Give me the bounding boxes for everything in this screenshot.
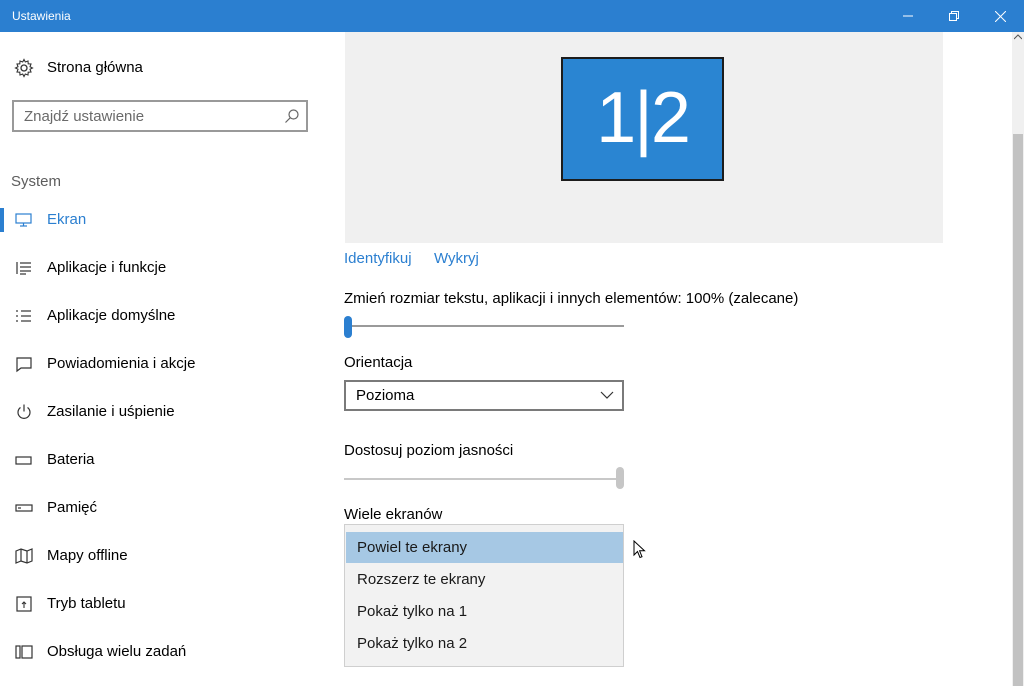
scrollbar-thumb[interactable]	[1013, 134, 1023, 686]
sidebar: Strona główna Znajdź ustawienie System E…	[0, 32, 320, 686]
list-icon	[16, 262, 31, 275]
sidebar-item-tryb-tabletu[interactable]: Tryb tabletu	[0, 584, 320, 624]
sidebar-item-wielozadaniowosc[interactable]: Obsługa wielu zadań	[0, 632, 320, 672]
section-heading-system: System	[11, 173, 62, 190]
multi-display-dropdown-list[interactable]: Powiel te ekrany Rozszerz te ekrany Poka…	[344, 524, 624, 667]
sidebar-item-label: Aplikacje i funkcje	[47, 259, 167, 276]
search-box[interactable]: Znajdź ustawienie	[12, 100, 308, 132]
sidebar-item-label: Zasilanie i uśpienie	[47, 403, 175, 420]
option-extend[interactable]: Rozszerz te ekrany	[346, 564, 623, 595]
monitor-icon	[15, 213, 32, 227]
home-link[interactable]: Strona główna	[14, 58, 143, 78]
home-label: Strona główna	[47, 59, 143, 76]
option-duplicate[interactable]: Powiel te ekrany	[346, 532, 623, 563]
notification-icon	[16, 357, 32, 373]
sidebar-item-ekran[interactable]: Ekran	[0, 200, 320, 240]
multi-display-label: Wiele ekranów	[344, 506, 443, 523]
active-indicator	[0, 208, 4, 232]
sidebar-item-pamiec[interactable]: Pamięć	[0, 488, 320, 528]
brightness-slider-thumb[interactable]	[616, 467, 624, 489]
close-button[interactable]	[977, 0, 1023, 32]
multitask-icon	[15, 645, 33, 659]
map-icon	[15, 548, 33, 564]
sidebar-item-aplikacje-domyslne[interactable]: Aplikacje domyślne	[0, 296, 320, 336]
sidebar-item-label: Tryb tabletu	[47, 595, 126, 612]
restore-icon	[949, 11, 959, 21]
sidebar-item-label: Powiadomienia i akcje	[47, 355, 196, 372]
minimize-icon	[903, 15, 913, 17]
sidebar-item-label: Mapy offline	[47, 547, 128, 564]
sidebar-item-label: Bateria	[47, 451, 95, 468]
orientation-label: Orientacja	[344, 354, 413, 371]
mouse-cursor-icon	[633, 540, 646, 559]
gear-icon	[14, 58, 34, 78]
option-label: Rozszerz te ekrany	[357, 571, 486, 588]
chevron-down-icon	[600, 391, 614, 399]
display-preview: 1|2	[345, 32, 943, 243]
sidebar-item-aplikacje-funkcje[interactable]: Aplikacje i funkcje	[0, 248, 320, 288]
power-icon	[17, 404, 31, 419]
sidebar-item-bateria[interactable]: Bateria	[0, 440, 320, 480]
tablet-icon	[16, 596, 32, 612]
brightness-slider-track[interactable]	[344, 478, 620, 480]
sidebar-item-zasilanie[interactable]: Zasilanie i uśpienie	[0, 392, 320, 432]
sidebar-item-mapy[interactable]: Mapy offline	[0, 536, 320, 576]
minimize-button[interactable]	[885, 0, 931, 32]
brightness-label: Dostosuj poziom jasności	[344, 442, 514, 459]
restore-button[interactable]	[931, 0, 977, 32]
search-icon[interactable]	[284, 108, 300, 124]
orientation-value: Pozioma	[356, 387, 415, 404]
option-only-2[interactable]: Pokaż tylko na 2	[346, 628, 623, 659]
identify-link[interactable]: Identyfikuj	[344, 250, 412, 267]
sidebar-item-label: Aplikacje domyślne	[47, 307, 176, 324]
window-title: Ustawienia	[12, 9, 71, 23]
scale-slider-track[interactable]	[348, 325, 624, 327]
search-placeholder: Znajdź ustawienie	[24, 108, 145, 125]
scroll-up-icon[interactable]	[1014, 34, 1022, 40]
sidebar-item-label: Pamięć	[47, 499, 98, 516]
display-monitor-tile[interactable]: 1|2	[561, 57, 724, 181]
option-label: Powiel te ekrany	[357, 539, 468, 556]
title-bar: Ustawienia	[0, 0, 1024, 32]
option-only-1[interactable]: Pokaż tylko na 1	[346, 596, 623, 627]
vertical-scrollbar[interactable]	[1012, 32, 1024, 686]
sidebar-item-label: Obsługa wielu zadań	[47, 643, 187, 660]
scale-slider-thumb[interactable]	[344, 316, 352, 338]
battery-icon	[15, 456, 32, 465]
monitor-number: 1|2	[596, 78, 691, 158]
default-apps-icon	[16, 310, 31, 322]
scale-label: Zmień rozmiar tekstu, aplikacji i innych…	[344, 290, 799, 307]
close-icon	[994, 10, 1006, 22]
sidebar-item-powiadomienia[interactable]: Powiadomienia i akcje	[0, 344, 320, 384]
detect-link[interactable]: Wykryj	[434, 250, 479, 267]
option-label: Pokaż tylko na 1	[357, 603, 468, 620]
storage-icon	[15, 504, 33, 512]
orientation-dropdown[interactable]: Pozioma	[344, 380, 624, 411]
option-label: Pokaż tylko na 2	[357, 635, 468, 652]
sidebar-item-label: Ekran	[47, 211, 87, 228]
